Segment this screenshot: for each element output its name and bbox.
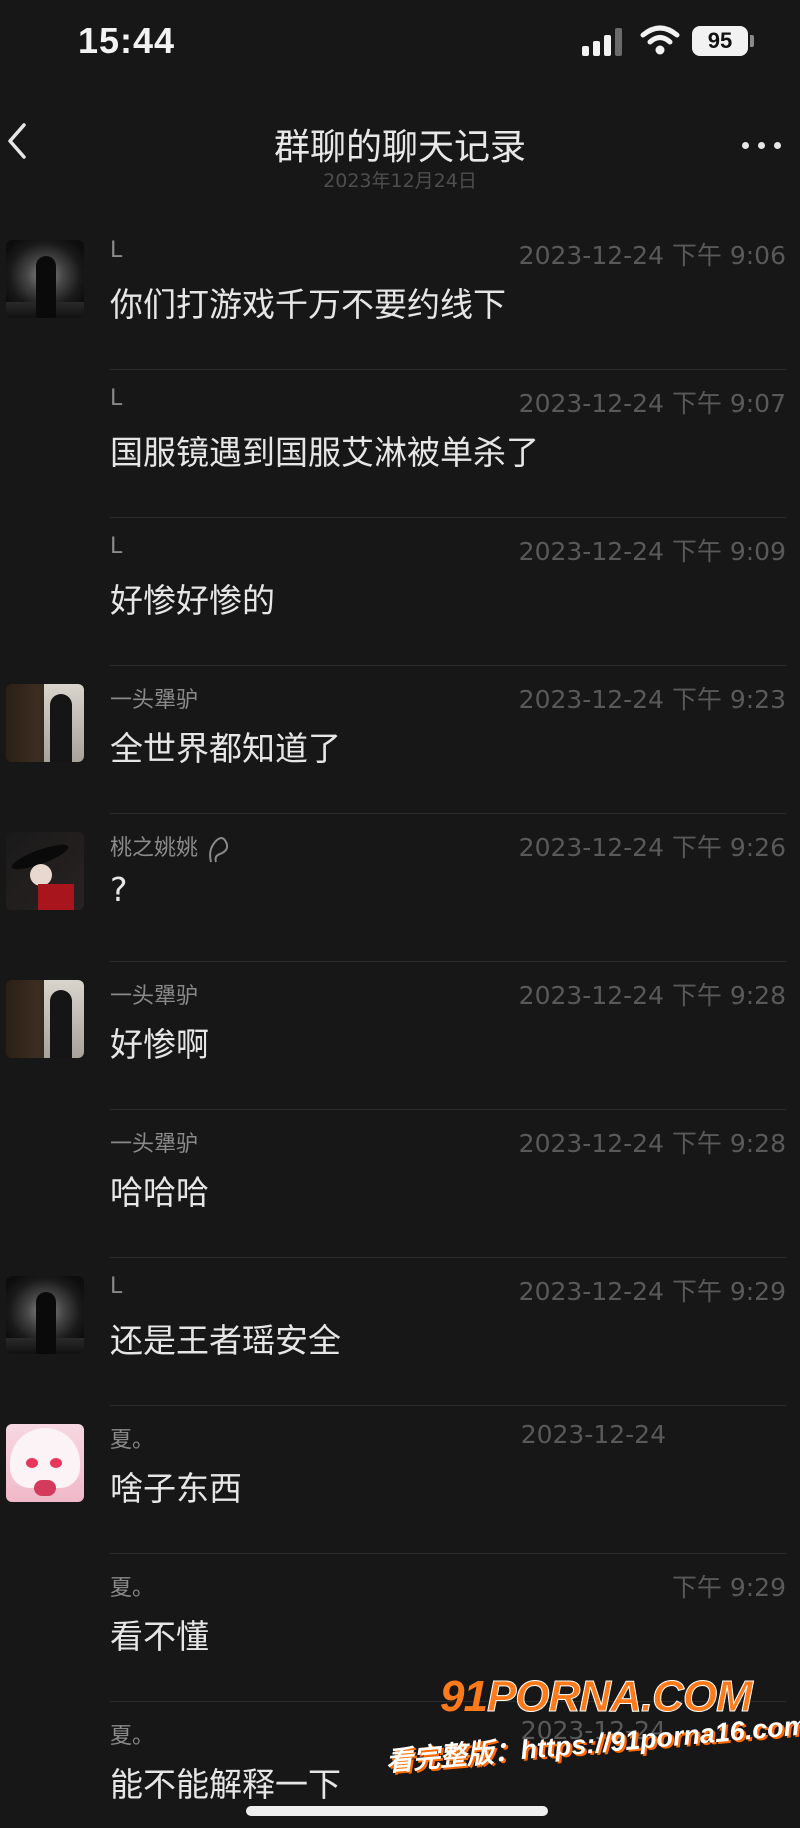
sender-name: L [110,386,123,411]
message-timestamp: 2023-12-24 [520,1420,666,1449]
scorpio-symbol-icon [209,837,229,863]
message-text[interactable]: ? [110,870,128,909]
message-text[interactable]: 好惨好惨的 [110,574,275,622]
l-avatar[interactable] [6,240,84,318]
status-bar: 15:44 95 [0,0,800,90]
page-subtitle: 2023年12月24日 [323,170,477,192]
home-indicator[interactable] [246,1806,548,1816]
sender-name: 一头犟驴 [110,1132,199,1157]
message-text[interactable]: 能不能解释一下 [110,1758,341,1806]
message-item[interactable]: 桃之姚姚 2023-12-24 下午 9:26 ? [0,814,800,962]
message-text[interactable]: 看不懂 [110,1610,209,1658]
message-timestamp: 2023-12-24 下午 9:09 [518,537,786,566]
l-avatar[interactable] [6,1276,84,1354]
message-timestamp: 2023-12-24 下午 9:28 [518,981,786,1010]
sender-name: L [110,238,123,263]
more-dots-icon [742,142,749,149]
message-item[interactable]: L 2023-12-24 下午 9:09 好惨好惨的 [0,518,800,666]
sender-name: 一头犟驴 [110,688,199,713]
message-text[interactable]: 国服镜遇到国服艾淋被单杀了 [110,426,539,474]
sender-name: 一头犟驴 [110,984,199,1009]
message-timestamp: 2023-12-24 下午 9:06 [518,241,786,270]
watermark-logo-number: 91 [440,1672,488,1721]
message-text[interactable]: 啥子东西 [110,1462,242,1510]
sender-name: L [110,534,123,559]
page-title: 群聊的聊天记录 [273,127,526,168]
sender-name: 桃之姚姚 [110,830,232,866]
wifi-icon [640,25,680,55]
message-text[interactable]: 哈哈哈 [110,1166,209,1214]
message-text[interactable]: 好惨啊 [110,1018,209,1066]
message-item[interactable]: 一头犟驴 2023-12-24 下午 9:23 全世界都知道了 [0,666,800,814]
message-item[interactable]: 一头犟驴 2023-12-24 下午 9:28 哈哈哈 [0,1110,800,1258]
more-button[interactable] [740,138,784,154]
message-timestamp: 下午 9:29 [671,1573,786,1602]
message-item[interactable]: 夏。 2023-12-24 啥子东西 [0,1406,800,1554]
message-item[interactable]: L 2023-12-24 下午 9:29 还是王者瑶安全 [0,1258,800,1406]
watermark: 91PORNA.COM 看完整版：https://91porna16.com [384,1664,800,1828]
sender-name: 夏。 [110,1428,155,1453]
message-timestamp: 2023-12-24 下午 9:26 [518,833,786,862]
message-item[interactable]: L 2023-12-24 下午 9:06 你们打游戏千万不要约线下 [0,222,800,370]
message-timestamp: 2023-12-24 下午 9:28 [518,1129,786,1158]
message-timestamp: 2023-12-24 下午 9:07 [518,389,786,418]
donkey-avatar[interactable] [6,684,84,762]
signal-icon [582,28,624,56]
sender-name: L [110,1274,123,1299]
message-timestamp: 2023-12-24 下午 9:23 [518,685,786,714]
message-text[interactable]: 你们打游戏千万不要约线下 [110,278,506,326]
donkey-avatar[interactable] [6,980,84,1058]
sender-name: 夏。 [110,1724,155,1749]
xia-avatar[interactable] [6,1424,84,1502]
status-time: 15:44 [78,20,176,61]
message-text[interactable]: 还是王者瑶安全 [110,1314,341,1362]
battery-icon: 95 [692,26,748,56]
battery-tip [750,35,754,47]
nav-header: 群聊的聊天记录 2023年12月24日 [0,100,800,200]
tao-avatar[interactable] [6,832,84,910]
message-list[interactable]: L 2023-12-24 下午 9:06 你们打游戏千万不要约线下 L 2023… [0,222,800,1828]
message-timestamp: 2023-12-24 下午 9:29 [518,1277,786,1306]
message-text[interactable]: 全世界都知道了 [110,722,341,770]
sender-name: 夏。 [110,1576,155,1601]
sender-label: 桃之姚姚 [110,836,199,861]
message-item[interactable]: L 2023-12-24 下午 9:07 国服镜遇到国服艾淋被单杀了 [0,370,800,518]
message-item[interactable]: 一头犟驴 2023-12-24 下午 9:28 好惨啊 [0,962,800,1110]
